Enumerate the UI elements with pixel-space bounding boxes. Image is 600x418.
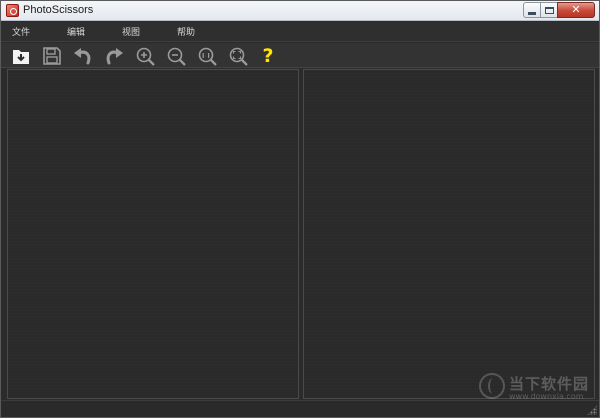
save-button[interactable] xyxy=(41,45,63,67)
maximize-button[interactable] xyxy=(540,2,558,18)
caption-buttons: ✕ xyxy=(523,2,595,18)
zoom-out-icon xyxy=(167,47,186,66)
help-button[interactable]: ? xyxy=(257,45,279,67)
minimize-icon xyxy=(528,11,536,15)
toolbar: ? xyxy=(1,43,599,68)
help-icon: ? xyxy=(262,45,274,67)
minimize-button[interactable] xyxy=(523,2,541,18)
menu-file[interactable]: 文件 xyxy=(12,25,30,38)
original-image-pane[interactable] xyxy=(7,69,299,399)
zoom-fit-button[interactable] xyxy=(227,45,249,67)
zoom-fit-icon xyxy=(229,47,248,66)
menu-view[interactable]: 视图 xyxy=(122,25,140,38)
maximize-icon xyxy=(544,6,554,14)
close-button[interactable]: ✕ xyxy=(557,2,595,18)
zoom-out-button[interactable] xyxy=(165,45,187,67)
app-icon[interactable] xyxy=(6,4,19,17)
redo-icon xyxy=(106,48,123,65)
redo-button[interactable] xyxy=(103,45,125,67)
resize-grip-icon[interactable] xyxy=(587,405,597,415)
close-icon: ✕ xyxy=(571,3,581,16)
save-icon xyxy=(43,47,61,65)
window-title: PhotoScissors xyxy=(23,4,94,16)
zoom-actual-size-icon xyxy=(198,47,217,66)
result-image-pane[interactable] xyxy=(303,69,595,399)
menu-bar: 文件 编辑 视图 帮助 xyxy=(1,22,599,42)
zoom-in-icon xyxy=(136,47,155,66)
menu-help[interactable]: 帮助 xyxy=(177,25,195,38)
watermark-url: www.downxia.com xyxy=(509,392,584,401)
undo-icon xyxy=(74,48,91,65)
watermark: 当下软件园 www.downxia.com xyxy=(479,373,597,403)
undo-button[interactable] xyxy=(72,45,94,67)
watermark-logo-icon xyxy=(479,373,505,399)
app-window: PhotoScissors ✕ 文件 编辑 视图 帮助 ? 当下软件园 www.… xyxy=(0,0,600,418)
zoom-in-button[interactable] xyxy=(134,45,156,67)
open-button[interactable] xyxy=(10,45,32,67)
zoom-actual-size-button[interactable] xyxy=(196,45,218,67)
title-bar[interactable]: PhotoScissors ✕ xyxy=(1,1,599,21)
menu-edit[interactable]: 编辑 xyxy=(67,25,85,38)
watermark-name: 当下软件园 xyxy=(509,375,590,393)
open-icon xyxy=(13,50,29,64)
